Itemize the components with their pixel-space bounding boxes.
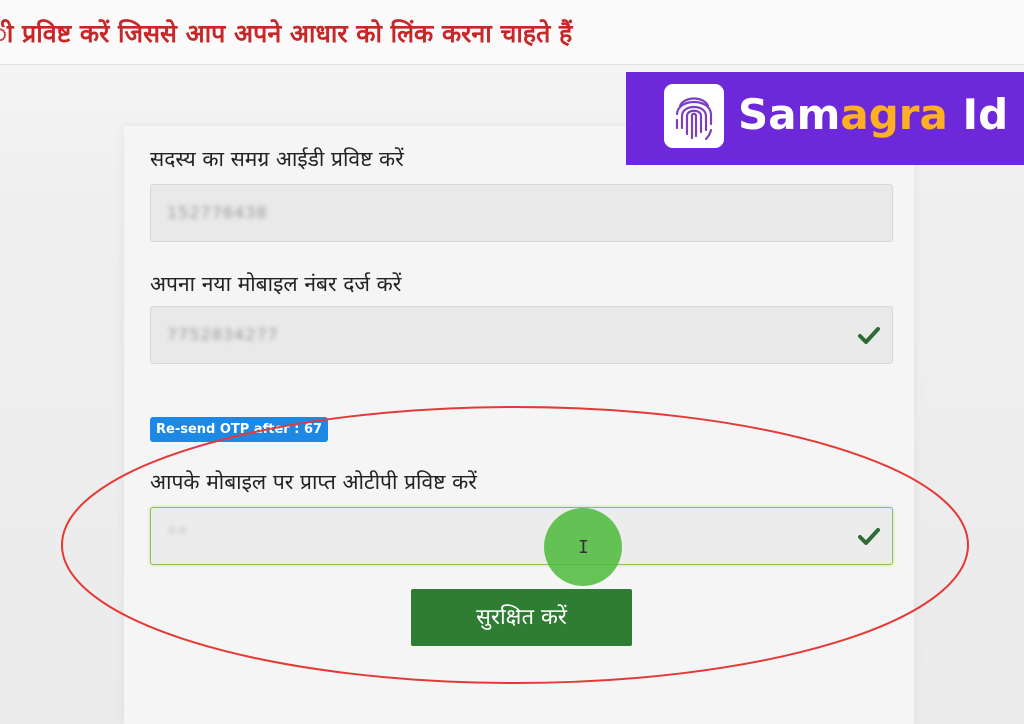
check-icon — [858, 528, 880, 545]
otp-label: आपके मोबाइल पर प्राप्त ओटीपी प्रविष्ट कर… — [150, 470, 477, 494]
screen: ी प्रविष्ट करें जिससे आप अपने आधार को लि… — [0, 0, 1024, 724]
otp-input[interactable]: ** — [150, 507, 893, 565]
samagra-id-value: 152776438 — [167, 203, 268, 222]
instruction-text: ी प्रविष्ट करें जिससे आप अपने आधार को लि… — [0, 19, 573, 48]
check-icon — [858, 327, 880, 344]
samagra-id-field[interactable]: 152776438 — [150, 184, 893, 242]
samagra-id-label: सदस्य का समग्र आईडी प्रविष्ट करें — [150, 147, 404, 171]
logo-text-accent: agra — [840, 90, 948, 139]
fingerprint-icon — [664, 84, 724, 148]
text-cursor-icon: I — [578, 537, 589, 558]
resend-otp-badge: Re-send OTP after : 67 — [150, 417, 329, 442]
mobile-number-value: 7752834277 — [167, 325, 279, 344]
logo-text-part: Sam — [738, 90, 841, 139]
otp-value: ** — [167, 522, 189, 546]
logo-text-part: Id — [947, 90, 1009, 139]
logo-text: Samagra Id — [738, 88, 1008, 142]
mobile-number-field[interactable]: 7752834277 — [150, 306, 893, 364]
samagra-logo: Samagra Id — [626, 72, 1024, 165]
mobile-number-label: अपना नया मोबाइल नंबर दर्ज करें — [150, 272, 402, 296]
save-button[interactable]: सुरक्षित करें — [411, 589, 632, 646]
instruction-banner: ी प्रविष्ट करें जिससे आप अपने आधार को लि… — [0, 0, 1024, 65]
